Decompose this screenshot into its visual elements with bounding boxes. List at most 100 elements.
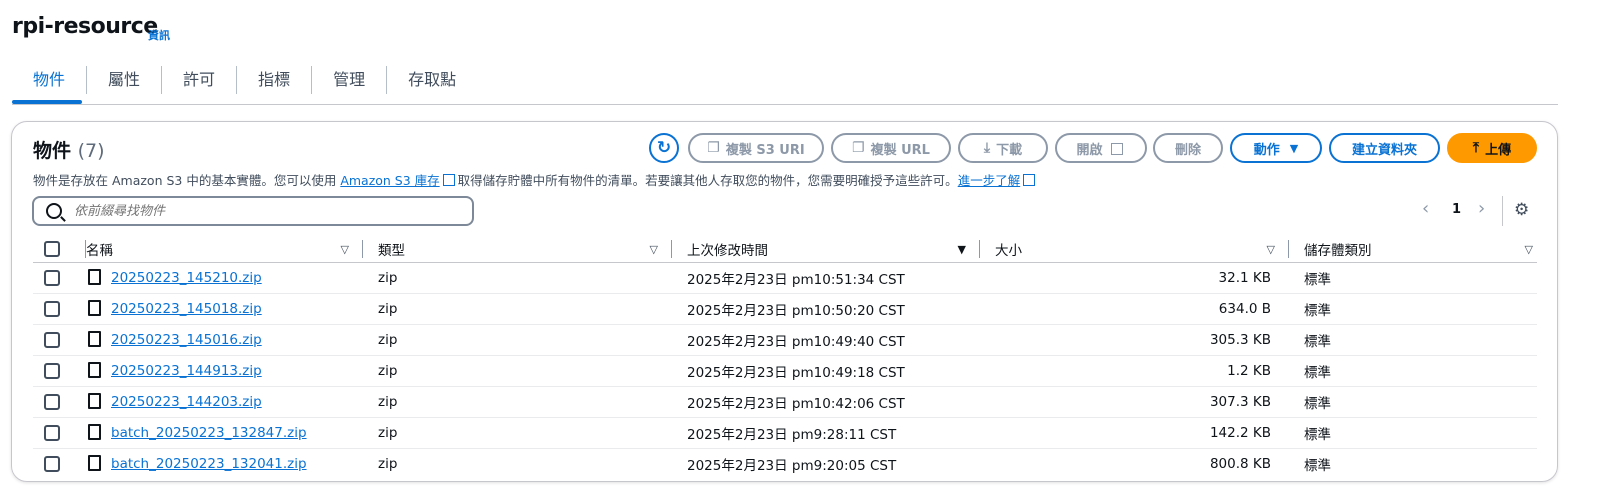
tab-access-points[interactable]: 存取點 (386, 66, 477, 94)
name-column-header[interactable]: 名稱 ▽ (86, 236, 363, 263)
inventory-link[interactable]: Amazon S3 庫存 (340, 173, 439, 188)
select-all-checkbox[interactable] (44, 241, 60, 257)
object-name-link[interactable]: batch_20250223_132847.zip (111, 425, 307, 441)
name-cell: batch_20250223_132847.zip (86, 417, 363, 449)
storage-class-cell: 標準 (1289, 293, 1537, 325)
download-label: 下載 (996, 142, 1023, 158)
info-link[interactable]: 資訊 (148, 27, 170, 43)
size-cell: 142.2 KB (980, 417, 1289, 449)
gear-icon[interactable]: ⚙ (1514, 200, 1529, 220)
refresh-button[interactable]: ↻ (649, 133, 679, 163)
search-field[interactable] (32, 196, 474, 226)
object-name-link[interactable]: 20250223_145016.zip (111, 332, 262, 348)
size-cell: 305.3 KB (980, 324, 1289, 356)
current-page[interactable]: 1 (1452, 202, 1461, 217)
table-row[interactable]: 20250223_145210.zip zip 2025年2月23日 pm10:51… (33, 262, 1537, 294)
external-link-icon (1110, 143, 1123, 155)
row-checkbox[interactable] (44, 270, 60, 286)
object-name-link[interactable]: 20250223_144203.zip (111, 394, 262, 410)
tabs-divider (12, 104, 1558, 105)
name-cell: batch_20250223_132041.zip (86, 449, 363, 480)
table-row[interactable]: 20250223_144913.zip zip 2025年2月23日 pm10:49… (33, 355, 1537, 387)
modified-column-label: 上次修改時間 (687, 243, 768, 259)
table-row[interactable]: batch_20250223_132041.zip zip 2025年2月23日 p… (33, 449, 1537, 480)
table-row[interactable]: 20250223_144203.zip zip 2025年2月23日 pm10:42… (33, 386, 1537, 418)
type-column-label: 類型 (378, 243, 405, 259)
objects-panel-title: 物件 (7) (33, 136, 105, 163)
file-icon (88, 300, 101, 316)
row-checkbox[interactable] (44, 363, 60, 379)
file-icon (88, 331, 101, 347)
create-folder-button[interactable]: 建立資料夾 (1329, 133, 1440, 163)
row-checkbox[interactable] (44, 301, 60, 317)
modified-cell: 2025年2月23日 pm10:50:20 CST (672, 293, 980, 325)
file-icon (88, 393, 101, 409)
tab-properties[interactable]: 屬性 (86, 66, 161, 94)
row-checkbox[interactable] (44, 456, 60, 472)
row-select-cell (33, 417, 86, 449)
modified-cell: 2025年2月23日 pm10:49:18 CST (672, 355, 980, 387)
name-cell: 20250223_145016.zip (86, 324, 363, 356)
object-name-link[interactable]: batch_20250223_132041.zip (111, 456, 307, 472)
copy-url-button[interactable]: ❐ 複製 URL (831, 133, 951, 163)
external-link-icon (1023, 174, 1036, 186)
type-cell: zip (363, 262, 672, 294)
search-icon (46, 203, 62, 219)
modified-cell: 2025年2月23日 pm10:51:34 CST (672, 262, 980, 294)
delete-label: 刪除 (1174, 142, 1201, 158)
modified-column-header[interactable]: 上次修改時間 ▼ (672, 236, 980, 263)
storage-class-column-label: 儲存體類別 (1304, 243, 1372, 259)
row-select-cell (33, 324, 86, 356)
download-button[interactable]: ⤓ 下載 (958, 133, 1048, 163)
previous-page-icon[interactable]: ‹ (1422, 198, 1429, 219)
row-select-cell (33, 262, 86, 294)
storage-class-column-header[interactable]: 儲存體類別 ▽ (1289, 236, 1537, 263)
upload-icon: ⤒ (1472, 140, 1480, 156)
size-cell: 1.2 KB (980, 355, 1289, 387)
objects-table: 名稱 ▽ 類型 ▽ 上次修改時間 ▼ 大小 ▽ 儲存體類別 ▽ 20250223_1452… (33, 236, 1537, 479)
learn-more-link[interactable]: 進一步了解 (958, 173, 1021, 188)
storage-class-cell: 標準 (1289, 386, 1537, 418)
storage-class-cell: 標準 (1304, 458, 1331, 474)
row-select-cell (33, 293, 86, 325)
select-all-header (33, 236, 86, 263)
size-cell: 800.8 KB (1209, 456, 1271, 472)
size-cell: 307.3 KB (980, 386, 1289, 418)
type-cell: zip (363, 386, 672, 418)
row-checkbox[interactable] (44, 425, 60, 441)
description-text-1: 物件是存放在 Amazon S3 中的基本實體。您可以使用 (33, 173, 337, 188)
size-cell: 32.1 KB (980, 262, 1289, 294)
tab-metrics[interactable]: 指標 (236, 66, 311, 94)
delete-button[interactable]: 刪除 (1153, 133, 1223, 163)
type-cell: zip (363, 417, 672, 449)
row-checkbox[interactable] (44, 332, 60, 348)
row-checkbox[interactable] (44, 394, 60, 410)
table-row[interactable]: 20250223_145018.zip zip 2025年2月23日 pm10:50… (33, 293, 1537, 325)
name-cell: 20250223_144913.zip (86, 355, 363, 387)
size-column-header[interactable]: 大小 ▽ (980, 236, 1289, 263)
copy-s3-uri-button[interactable]: ❐ 複製 S3 URI (688, 133, 824, 163)
search-input[interactable] (72, 202, 456, 220)
file-icon (88, 424, 101, 440)
table-row[interactable]: batch_20250223_132847.zip zip 2025年2月23日 p… (33, 417, 1537, 449)
storage-class-cell: 標準 (1289, 324, 1537, 356)
tab-management[interactable]: 管理 (311, 66, 386, 94)
objects-title-text: 物件 (33, 140, 72, 162)
tab-objects[interactable]: 物件 (12, 66, 86, 94)
sort-icon: ▽ (1266, 243, 1275, 256)
next-page-icon[interactable]: › (1478, 198, 1485, 219)
object-name-link[interactable]: 20250223_144913.zip (111, 363, 262, 379)
upload-label: 上傳 (1485, 142, 1512, 158)
object-name-link[interactable]: 20250223_145210.zip (111, 270, 262, 286)
type-column-header[interactable]: 類型 ▽ (363, 236, 672, 263)
upload-button[interactable]: ⤒ 上傳 (1447, 133, 1537, 163)
table-row[interactable]: 20250223_145016.zip zip 2025年2月23日 pm10:49… (33, 324, 1537, 356)
storage-class-cell: 標準 (1289, 262, 1537, 294)
actions-dropdown[interactable]: 動作 ▼ (1230, 133, 1322, 163)
row-select-cell (33, 449, 86, 480)
row-select-cell (33, 355, 86, 387)
open-button[interactable]: 開啟 (1055, 133, 1147, 163)
type-cell: zip (378, 456, 398, 472)
object-name-link[interactable]: 20250223_145018.zip (111, 301, 262, 317)
tab-permissions[interactable]: 許可 (161, 66, 236, 94)
